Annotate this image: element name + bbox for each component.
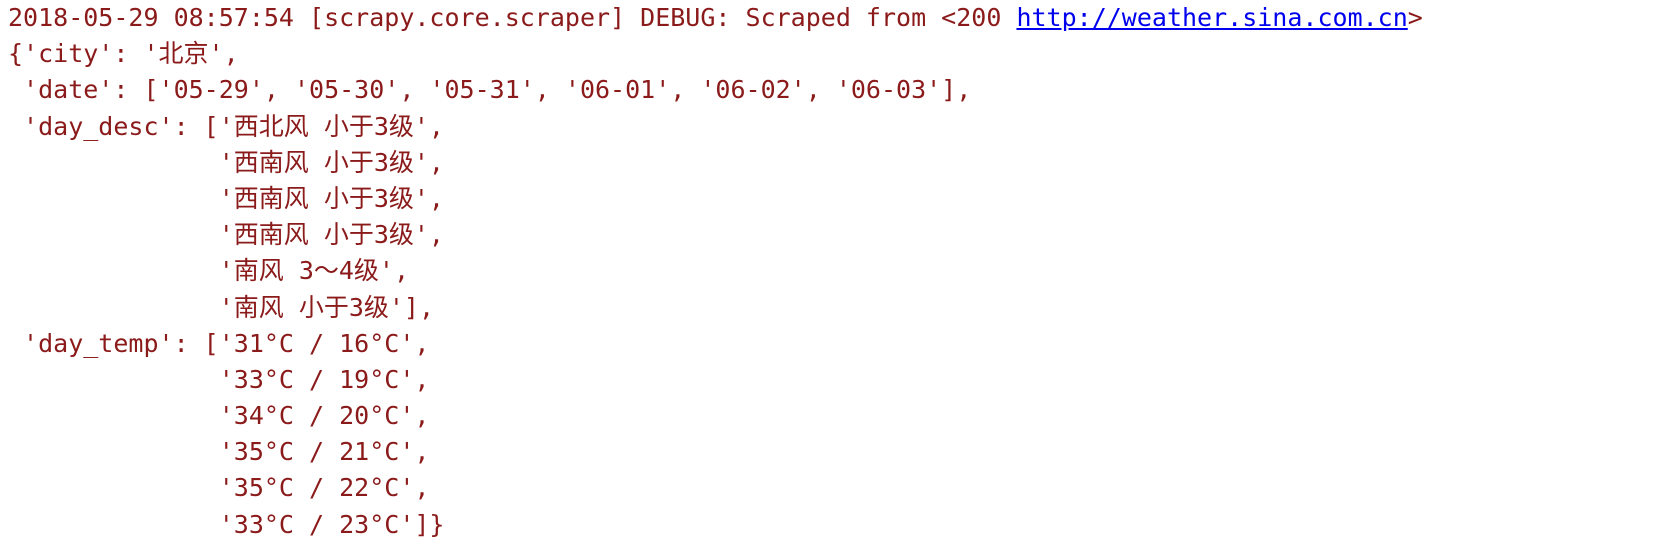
log-line-day-desc: '西南风 小于3级', <box>8 220 444 250</box>
log-header-line: 2018-05-29 08:57:54 [scrapy.core.scraper… <box>8 0 1659 36</box>
log-line-day-temp: '33°C / 19°C', <box>8 364 430 394</box>
log-line-day-desc: '西南风 小于3级', <box>8 147 444 177</box>
log-line-day-temp: '35°C / 22°C', <box>8 473 430 503</box>
log-line-day-desc: '南风 3～4级', <box>8 256 410 286</box>
terminal-log-output: 2018-05-29 08:57:54 [scrapy.core.scraper… <box>0 0 1659 549</box>
log-line-city: {'city': '北京', <box>8 39 239 69</box>
log-line-day-temp: '33°C / 23°C']} <box>8 509 445 539</box>
log-line-date: 'date': ['05-29', '05-30', '05-31', '06-… <box>8 75 972 105</box>
log-line-day-temp: '34°C / 20°C', <box>8 401 430 431</box>
log-line-day-desc: '南风 小于3级'], <box>8 292 435 322</box>
log-header-prefix: 2018-05-29 08:57:54 [scrapy.core.scraper… <box>8 3 1017 32</box>
log-line-day-temp: 'day_temp': ['31°C / 16°C', <box>8 328 430 358</box>
log-line-day-desc: 'day_desc': ['西北风 小于3级', <box>8 111 444 141</box>
log-line-day-temp: '35°C / 21°C', <box>8 437 430 467</box>
source-url-link[interactable]: http://weather.sina.com.cn <box>1016 3 1407 32</box>
log-header-suffix: > <box>1407 3 1423 32</box>
log-line-day-desc: '西南风 小于3级', <box>8 183 444 213</box>
